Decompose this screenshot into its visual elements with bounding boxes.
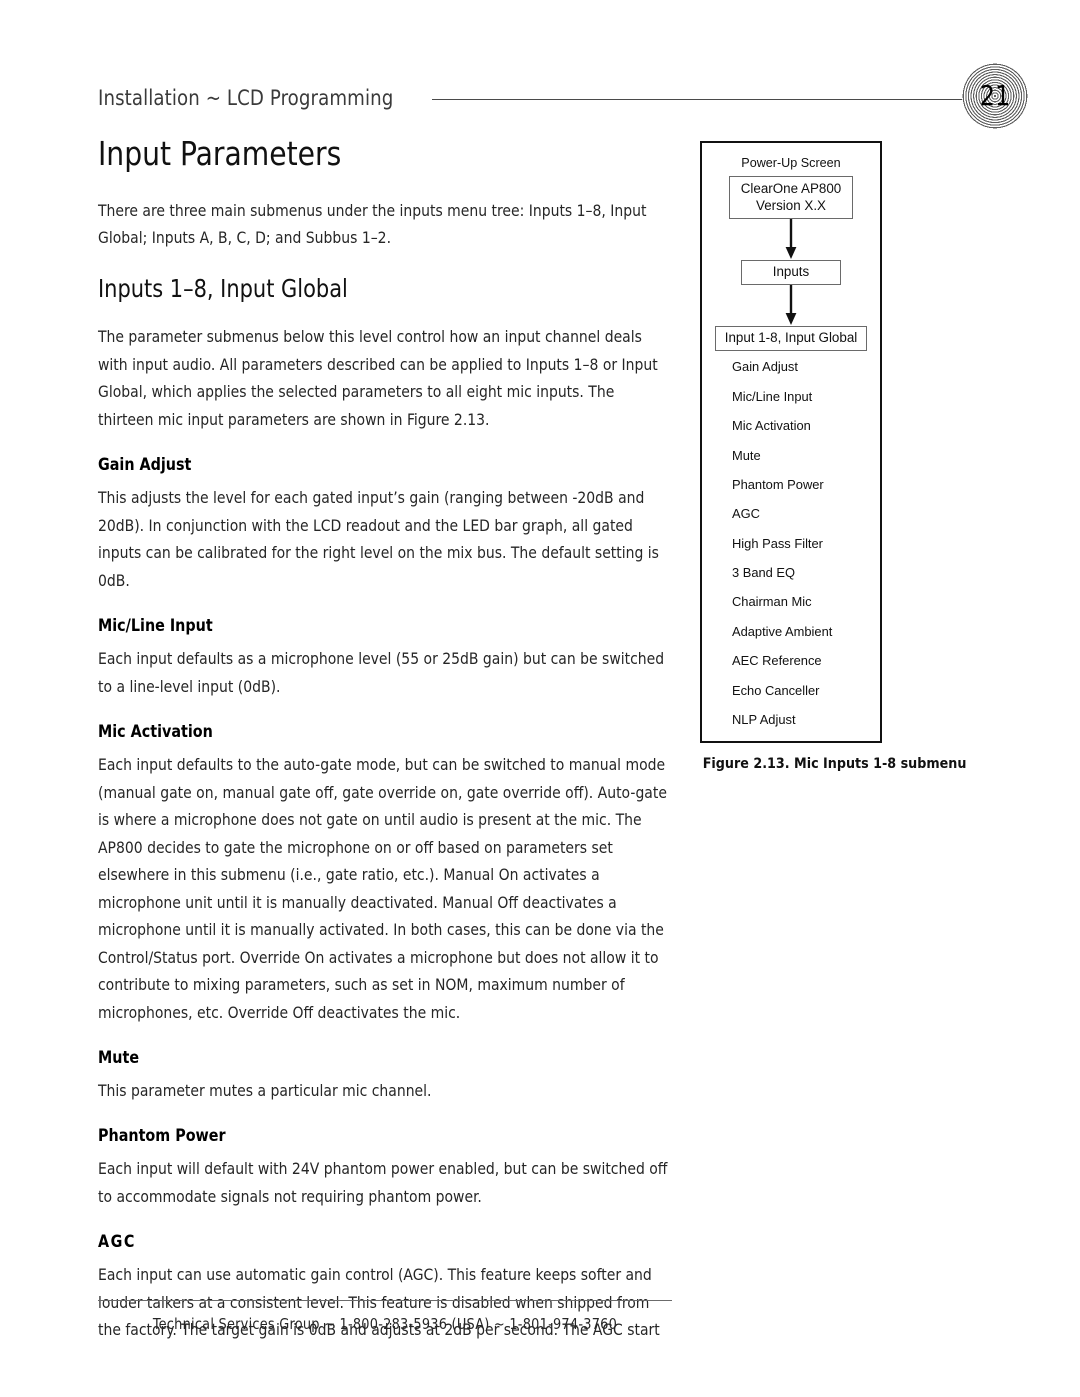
list-item: Echo Canceller: [732, 682, 820, 698]
subsection-body-mic-activation: Each input defaults to the auto-gate mod…: [98, 755, 667, 1022]
subsection-heading-gain-adjust: Gain Adjust: [98, 455, 192, 475]
list-item: Adaptive Ambient: [732, 623, 833, 639]
list-item: Mute: [732, 447, 761, 463]
list-item: AEC Reference: [732, 653, 822, 669]
lcd-line-version: Version X.X: [756, 198, 826, 214]
subsection-heading-mute: Mute: [98, 1048, 140, 1068]
footer-rule: [98, 1300, 672, 1301]
list-item: Phantom Power: [732, 476, 824, 492]
subsection-body-mute: This parameter mutes a particular mic ch…: [98, 1080, 432, 1100]
arrow-down-to-submenu: [708, 285, 874, 326]
arrow-down-to-inputs: [708, 219, 874, 260]
list-item: Mic/Line Input: [732, 388, 813, 404]
header-title: Installation ~ LCD Programming: [98, 85, 394, 111]
footer-text: Technical Services Group ~ 1-800-283-593…: [152, 1316, 618, 1333]
figure-2-13: Power-Up Screen ClearOne AP800 Version X…: [700, 141, 967, 773]
subsection-heading-mic-line-input: Mic/Line Input: [98, 616, 213, 636]
running-header: Installation ~ LCD Programming: [98, 78, 982, 118]
header-rule: [432, 98, 982, 100]
subsection-body-phantom-power: Each input will default with 24V phantom…: [98, 1159, 668, 1206]
subsection-heading-agc: AGC: [98, 1232, 136, 1252]
flow-node-input-global-label: Input 1-8, Input Global: [724, 330, 858, 346]
section-intro-paragraph: The parameter submenus below this level …: [98, 327, 658, 429]
subsection-body-gain-adjust: This adjusts the level for each gated in…: [98, 488, 659, 590]
main-content: Input Parameters There are three main su…: [98, 135, 673, 1366]
lcd-power-up-box: ClearOne AP800 Version X.X: [729, 176, 853, 220]
subsection-heading-phantom-power: Phantom Power: [98, 1126, 226, 1146]
section-title: Inputs 1–8, Input Global: [98, 273, 348, 303]
lcd-line-product: ClearOne AP800: [740, 181, 842, 197]
list-item: 3 Band EQ: [732, 565, 796, 581]
power-up-screen-label: Power-Up Screen: [741, 156, 841, 170]
subsection-body-mic-line-input: Each input defaults as a microphone leve…: [98, 649, 665, 696]
page-title: Input Parameters: [98, 134, 342, 173]
submenu-item-list: Gain Adjust Mic/Line Input Mic Activatio…: [708, 360, 874, 727]
flow-node-input-global: Input 1-8, Input Global: [715, 326, 867, 352]
list-item: NLP Adjust: [732, 712, 796, 728]
list-item: AGC: [732, 506, 760, 522]
intro-paragraph: There are three main submenus under the …: [98, 200, 647, 248]
page-number-badge: 21: [962, 63, 1028, 129]
list-item: Gain Adjust: [732, 359, 798, 375]
list-item: High Pass Filter: [732, 535, 823, 551]
page-number: 21: [979, 79, 1011, 112]
list-item: Mic Activation: [732, 418, 811, 434]
figure-caption: Figure 2.13. Mic Inputs 1-8 submenu: [702, 755, 967, 773]
subsection-heading-mic-activation: Mic Activation: [98, 722, 213, 742]
flowchart-container: Power-Up Screen ClearOne AP800 Version X…: [700, 141, 882, 744]
list-item: Chairman Mic: [732, 594, 812, 610]
flow-node-inputs-label: Inputs: [772, 264, 810, 280]
document-page: Installation ~ LCD Programming 21 Input …: [0, 0, 1080, 1397]
flow-node-inputs: Inputs: [741, 260, 841, 286]
